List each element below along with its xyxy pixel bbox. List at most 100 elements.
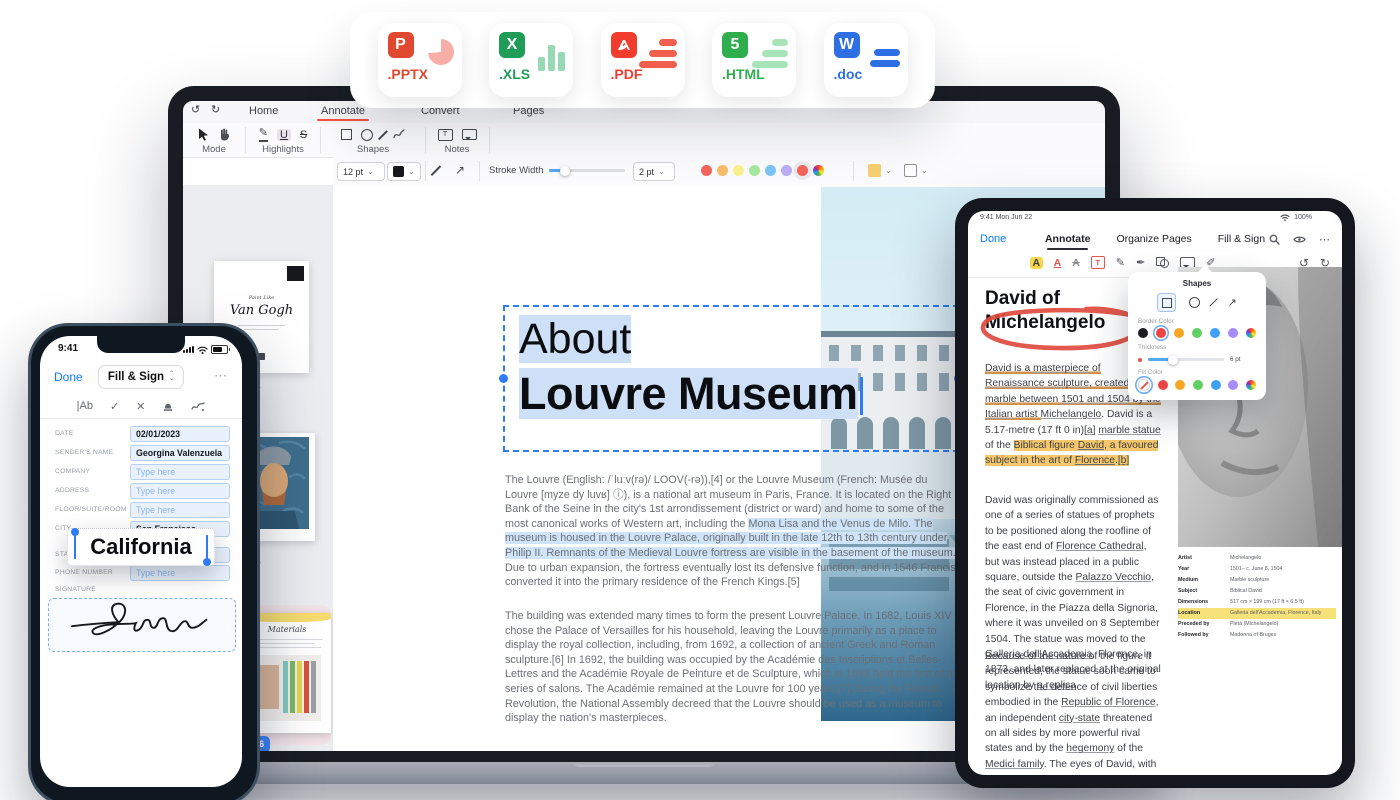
- chevron-down-icon: ⌄: [408, 167, 415, 176]
- border-color-palette[interactable]: [1138, 328, 1256, 338]
- strikethrough-tool-icon[interactable]: S: [300, 129, 307, 141]
- date-field[interactable]: 02/01/2023: [130, 426, 230, 442]
- undo-icon[interactable]: ↺: [191, 105, 200, 116]
- color-dot[interactable]: [765, 165, 776, 176]
- text-selection-handle-left[interactable]: [74, 535, 76, 559]
- form-row: SENDER'S NAMEGeorgina Valenzuela: [40, 445, 242, 464]
- underline-tool-icon[interactable]: A: [1054, 257, 1062, 269]
- info-row: Followed byMadonna of Bruges: [1178, 630, 1336, 641]
- underline-tool-icon[interactable]: U: [277, 129, 291, 141]
- comment-tool-icon[interactable]: [462, 129, 477, 140]
- color-dot[interactable]: [1158, 380, 1168, 390]
- signature-tool-icon[interactable]: [191, 401, 205, 412]
- tab-annotate[interactable]: Annotate: [321, 105, 365, 117]
- text-color-select[interactable]: ⌄: [387, 162, 421, 181]
- color-dot[interactable]: [701, 165, 712, 176]
- search-icon[interactable]: [1269, 234, 1280, 245]
- ellipse-tool-icon[interactable]: [361, 129, 373, 141]
- popup-title: Shapes: [1138, 279, 1256, 288]
- textbox-tool-icon[interactable]: T: [438, 129, 453, 141]
- text-selection-handle-right[interactable]: [206, 535, 208, 559]
- color-dot[interactable]: [1156, 328, 1166, 338]
- marketing-hero: ↺ ↻ Home Annotate Convert Pages Mode: [0, 0, 1400, 800]
- color-dot[interactable]: [781, 165, 792, 176]
- highlight-tool-icon[interactable]: A: [1030, 257, 1043, 269]
- color-dot[interactable]: [717, 165, 728, 176]
- bar-chart-decor: [538, 41, 565, 71]
- color-dot[interactable]: [797, 165, 808, 176]
- color-dot[interactable]: [813, 165, 824, 176]
- color-dot[interactable]: [749, 165, 760, 176]
- thickness-slider[interactable]: [1148, 358, 1224, 361]
- strikeout-tool-icon[interactable]: A: [1072, 257, 1080, 269]
- color-dot[interactable]: [1228, 380, 1238, 390]
- line-shape-option[interactable]: [1210, 298, 1219, 307]
- color-dot[interactable]: [1138, 379, 1150, 391]
- redo-icon[interactable]: ↻: [211, 105, 220, 116]
- border-color-select[interactable]: ⌄: [899, 162, 933, 179]
- status-time: 9:41: [58, 343, 78, 354]
- company-field[interactable]: Type here: [130, 464, 230, 480]
- freehand-tool-icon[interactable]: [393, 129, 405, 140]
- border-color-label: Border Color: [1138, 318, 1256, 325]
- color-palette[interactable]: [701, 165, 824, 176]
- color-dot[interactable]: [1246, 328, 1256, 338]
- color-dot[interactable]: [1210, 328, 1220, 338]
- floor-suite-room-field[interactable]: Type here: [130, 502, 230, 518]
- shapes-tool-icon[interactable]: [1156, 257, 1169, 268]
- eye-icon[interactable]: [1293, 235, 1306, 244]
- color-dot[interactable]: [1192, 328, 1202, 338]
- line-tool-icon[interactable]: [378, 130, 388, 140]
- ellipse-shape-option[interactable]: [1189, 297, 1200, 308]
- stroke-pt-select[interactable]: 2 pt ⌄: [633, 162, 675, 181]
- textbox-tool-icon[interactable]: T: [1091, 256, 1105, 269]
- line-style-icon[interactable]: [435, 164, 437, 182]
- pencil-tool-icon[interactable]: ✎: [1116, 256, 1125, 269]
- powerpoint-icon: P: [388, 32, 414, 58]
- color-dot[interactable]: [1211, 380, 1221, 390]
- color-dot[interactable]: [733, 165, 744, 176]
- fill-color-palette[interactable]: [1138, 379, 1256, 391]
- arrow-style-icon[interactable]: ↗: [455, 164, 465, 176]
- color-dot[interactable]: [1246, 380, 1256, 390]
- color-dot[interactable]: [1193, 380, 1203, 390]
- tab-fill-sign[interactable]: Fill & Sign: [1218, 233, 1265, 245]
- address-field[interactable]: Type here: [130, 483, 230, 499]
- fill-color-select[interactable]: ⌄: [863, 162, 897, 179]
- fill-sign-selector[interactable]: Fill & Sign ⌃⌄: [98, 365, 184, 389]
- tab-home[interactable]: Home: [249, 105, 278, 117]
- fill-swatch: [868, 164, 881, 177]
- heading-selection-box[interactable]: About Louvre Museum: [503, 305, 959, 452]
- pen-tool-icon[interactable]: ✒: [1136, 256, 1145, 269]
- cursor-icon[interactable]: [198, 128, 209, 141]
- text-field-tool-icon[interactable]: |Ab: [77, 400, 93, 412]
- color-dot[interactable]: [1138, 328, 1148, 338]
- selection-handle-left[interactable]: [499, 374, 508, 383]
- tab-annotate[interactable]: Annotate: [1045, 233, 1091, 245]
- autofill-popup[interactable]: California: [67, 528, 215, 566]
- highlighter-icon[interactable]: ✎: [259, 128, 268, 142]
- color-dot[interactable]: [1174, 328, 1184, 338]
- rectangle-shape-option[interactable]: [1157, 293, 1176, 312]
- signature-box[interactable]: [48, 598, 236, 652]
- color-dot[interactable]: [1175, 380, 1185, 390]
- phone-number-field[interactable]: Type here: [130, 565, 230, 581]
- excel-icon: X: [499, 32, 525, 58]
- done-button[interactable]: Done: [54, 370, 83, 384]
- thickness-value: 6 pt: [1230, 356, 1241, 363]
- more-icon[interactable]: ⋯: [214, 368, 228, 384]
- checkmark-tool-icon[interactable]: ✓: [110, 400, 119, 413]
- stamp-tool-icon[interactable]: [162, 400, 174, 412]
- tab-organize-pages[interactable]: Organize Pages: [1116, 233, 1191, 245]
- sender-name-field[interactable]: Georgina Valenzuela: [130, 445, 230, 461]
- cross-tool-icon[interactable]: ✕: [136, 400, 145, 413]
- paint-tubes-image: [253, 655, 321, 721]
- more-icon[interactable]: ⋯: [1319, 233, 1330, 246]
- font-size-select[interactable]: 12 pt ⌄: [337, 162, 385, 181]
- hand-icon[interactable]: [218, 128, 230, 141]
- stroke-width-slider[interactable]: [549, 169, 625, 172]
- arrow-shape-option[interactable]: ↗: [1228, 296, 1237, 309]
- rectangle-tool-icon[interactable]: [341, 129, 352, 140]
- color-dot[interactable]: [1228, 328, 1238, 338]
- format-tile-pptx: P .PPTX: [378, 23, 462, 97]
